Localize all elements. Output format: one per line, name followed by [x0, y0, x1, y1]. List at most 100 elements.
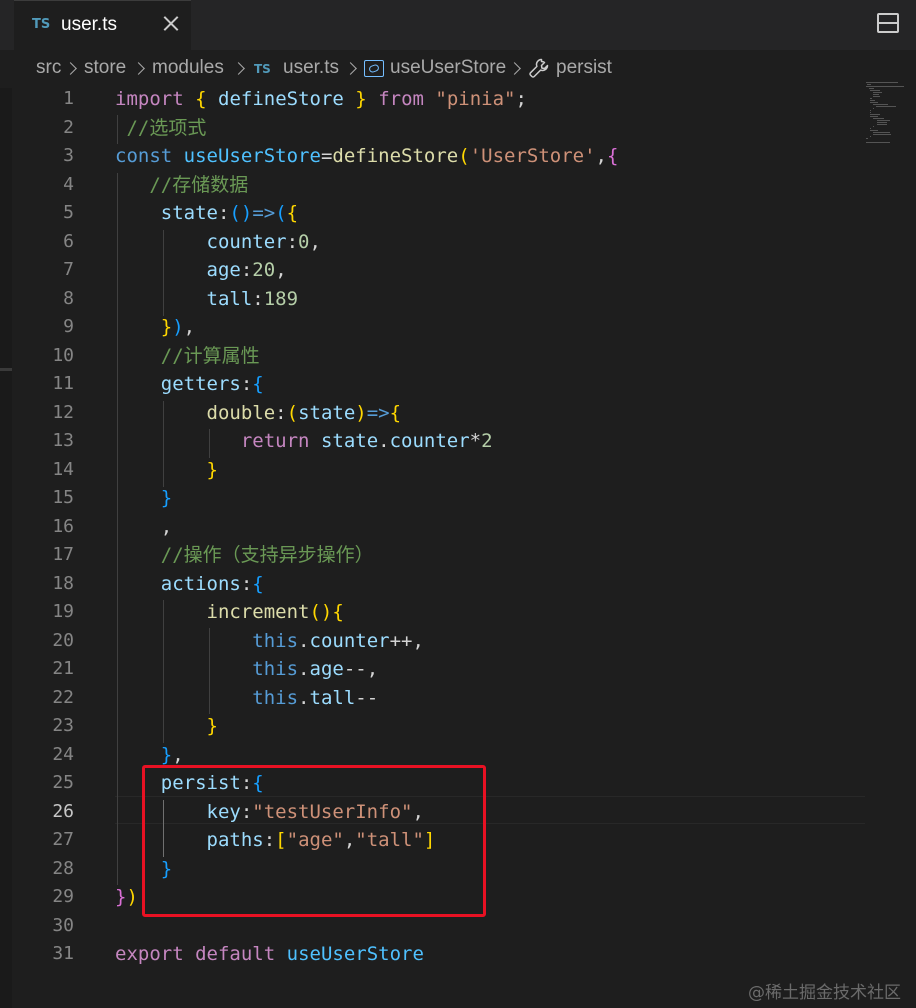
breadcrumb-src[interactable]: src: [36, 57, 61, 79]
code-line[interactable]: 21 this.age--,: [0, 655, 916, 684]
code-token: 0: [298, 230, 310, 253]
line-number: 17: [52, 544, 74, 565]
line-number: 13: [52, 430, 74, 451]
code-token: import: [115, 88, 184, 110]
code-token: this: [252, 629, 299, 652]
code-line[interactable]: 22 this.tall--: [0, 684, 916, 713]
minimap-line: [873, 118, 884, 119]
code-line[interactable]: 19 increment(){: [0, 598, 916, 627]
code-editor[interactable]: 1 import { defineStore } from "pinia"; 2 /…: [0, 88, 916, 1008]
code-line[interactable]: 3 const useUserStore=defineStore('UserSto…: [0, 142, 916, 171]
code-token: //选项式: [126, 116, 207, 139]
code-token: getters: [160, 373, 241, 395]
code-line[interactable]: 18 actions:{: [0, 570, 916, 599]
code-token: counter: [389, 430, 470, 452]
code-line[interactable]: 9 }),: [0, 313, 916, 342]
breadcrumb-store[interactable]: store: [84, 57, 126, 79]
minimap-line: [868, 88, 875, 89]
line-number: 31: [52, 943, 74, 964]
code-text: actions:{: [115, 570, 264, 599]
line-number: 18: [52, 572, 74, 594]
code-token: --: [355, 686, 379, 709]
tab-user-ts[interactable]: TS user.ts: [14, 0, 191, 50]
code-line[interactable]: 10 //计算属性: [0, 342, 916, 371]
split-editor-icon[interactable]: [877, 13, 899, 33]
minimap-line: [866, 86, 904, 87]
code-token: }: [160, 487, 173, 509]
code-token: .: [298, 629, 310, 652]
code-line[interactable]: 16 ,: [0, 513, 916, 542]
code-token: :: [252, 287, 264, 310]
annotation-highlight-box: [142, 765, 486, 917]
code-token: useUserStore: [183, 145, 321, 167]
code-text: tall:189: [115, 285, 299, 314]
minimap-line: [866, 82, 899, 83]
code-token: defineStore: [332, 145, 459, 167]
code-text: export default useUserStore: [115, 940, 424, 969]
code-line[interactable]: 4 //存储数据: [0, 171, 916, 200]
code-line[interactable]: 13 return state.counter*2: [0, 427, 916, 456]
code-token: age: [206, 259, 241, 281]
code-line[interactable]: 17 //操作（支持异步操作）: [0, 541, 916, 570]
minimap-line: [873, 104, 889, 105]
code-line[interactable]: 6 counter:0,: [0, 228, 916, 257]
line-number: 7: [63, 259, 74, 280]
code-line[interactable]: 31 export default useUserStore: [0, 940, 916, 969]
code-token: defineStore: [218, 88, 344, 110]
code-token: this: [252, 658, 299, 680]
code-token: *: [469, 430, 482, 452]
minimap-line: [873, 126, 875, 127]
line-number: 22: [52, 686, 74, 708]
line-number: 9: [63, 316, 74, 337]
minimap-line: [866, 142, 891, 143]
breadcrumb-file[interactable]: user.ts: [283, 57, 339, 79]
minimap-line: [869, 110, 871, 111]
code-token: .: [378, 430, 390, 452]
line-number: 3: [63, 145, 74, 166]
code-token: "pinia": [435, 88, 516, 110]
code-token: =>: [366, 401, 390, 424]
breadcrumb-modules[interactable]: modules: [152, 57, 224, 79]
code-token: useUserStore: [286, 943, 424, 965]
code-token: 'UserStore': [469, 145, 596, 167]
minimap-line: [876, 122, 887, 123]
watermark: @稀土掘金技术社区: [748, 983, 901, 1003]
minimap-line: [869, 116, 878, 117]
code-line[interactable]: 8 tall:189: [0, 285, 916, 314]
line-number: 5: [63, 202, 74, 223]
minimap-line: [866, 138, 868, 139]
code-line[interactable]: 11 getters:{: [0, 370, 916, 399]
minimap[interactable]: [866, 82, 906, 152]
breadcrumb-symbol[interactable]: useUserStore: [390, 57, 506, 79]
code-line[interactable]: 23 }: [0, 712, 916, 741]
minimap-line: [873, 132, 891, 133]
typescript-icon: TS: [32, 17, 51, 32]
code-line[interactable]: 14 }: [0, 456, 916, 485]
code-token: (: [275, 202, 287, 224]
breadcrumb-property[interactable]: persist: [556, 57, 612, 79]
close-icon[interactable]: [160, 13, 182, 35]
code-line[interactable]: 15 }: [0, 484, 916, 513]
code-text: increment(){: [115, 598, 344, 627]
code-line[interactable]: 7 age:20,: [0, 256, 916, 285]
code-line[interactable]: 12 double:(state)=>{: [0, 399, 916, 428]
code-token: tall: [206, 287, 253, 310]
code-line[interactable]: 20 this.counter++,: [0, 627, 916, 656]
minimap-line: [869, 102, 878, 103]
code-line[interactable]: 1 import { defineStore } from "pinia";: [0, 85, 916, 114]
code-token: }: [160, 743, 173, 766]
code-text: counter:0,: [115, 228, 321, 257]
code-line[interactable]: 2 //选项式: [0, 114, 916, 143]
minimap-line: [869, 130, 878, 131]
code-line[interactable]: 5 state:()=>({: [0, 199, 916, 228]
